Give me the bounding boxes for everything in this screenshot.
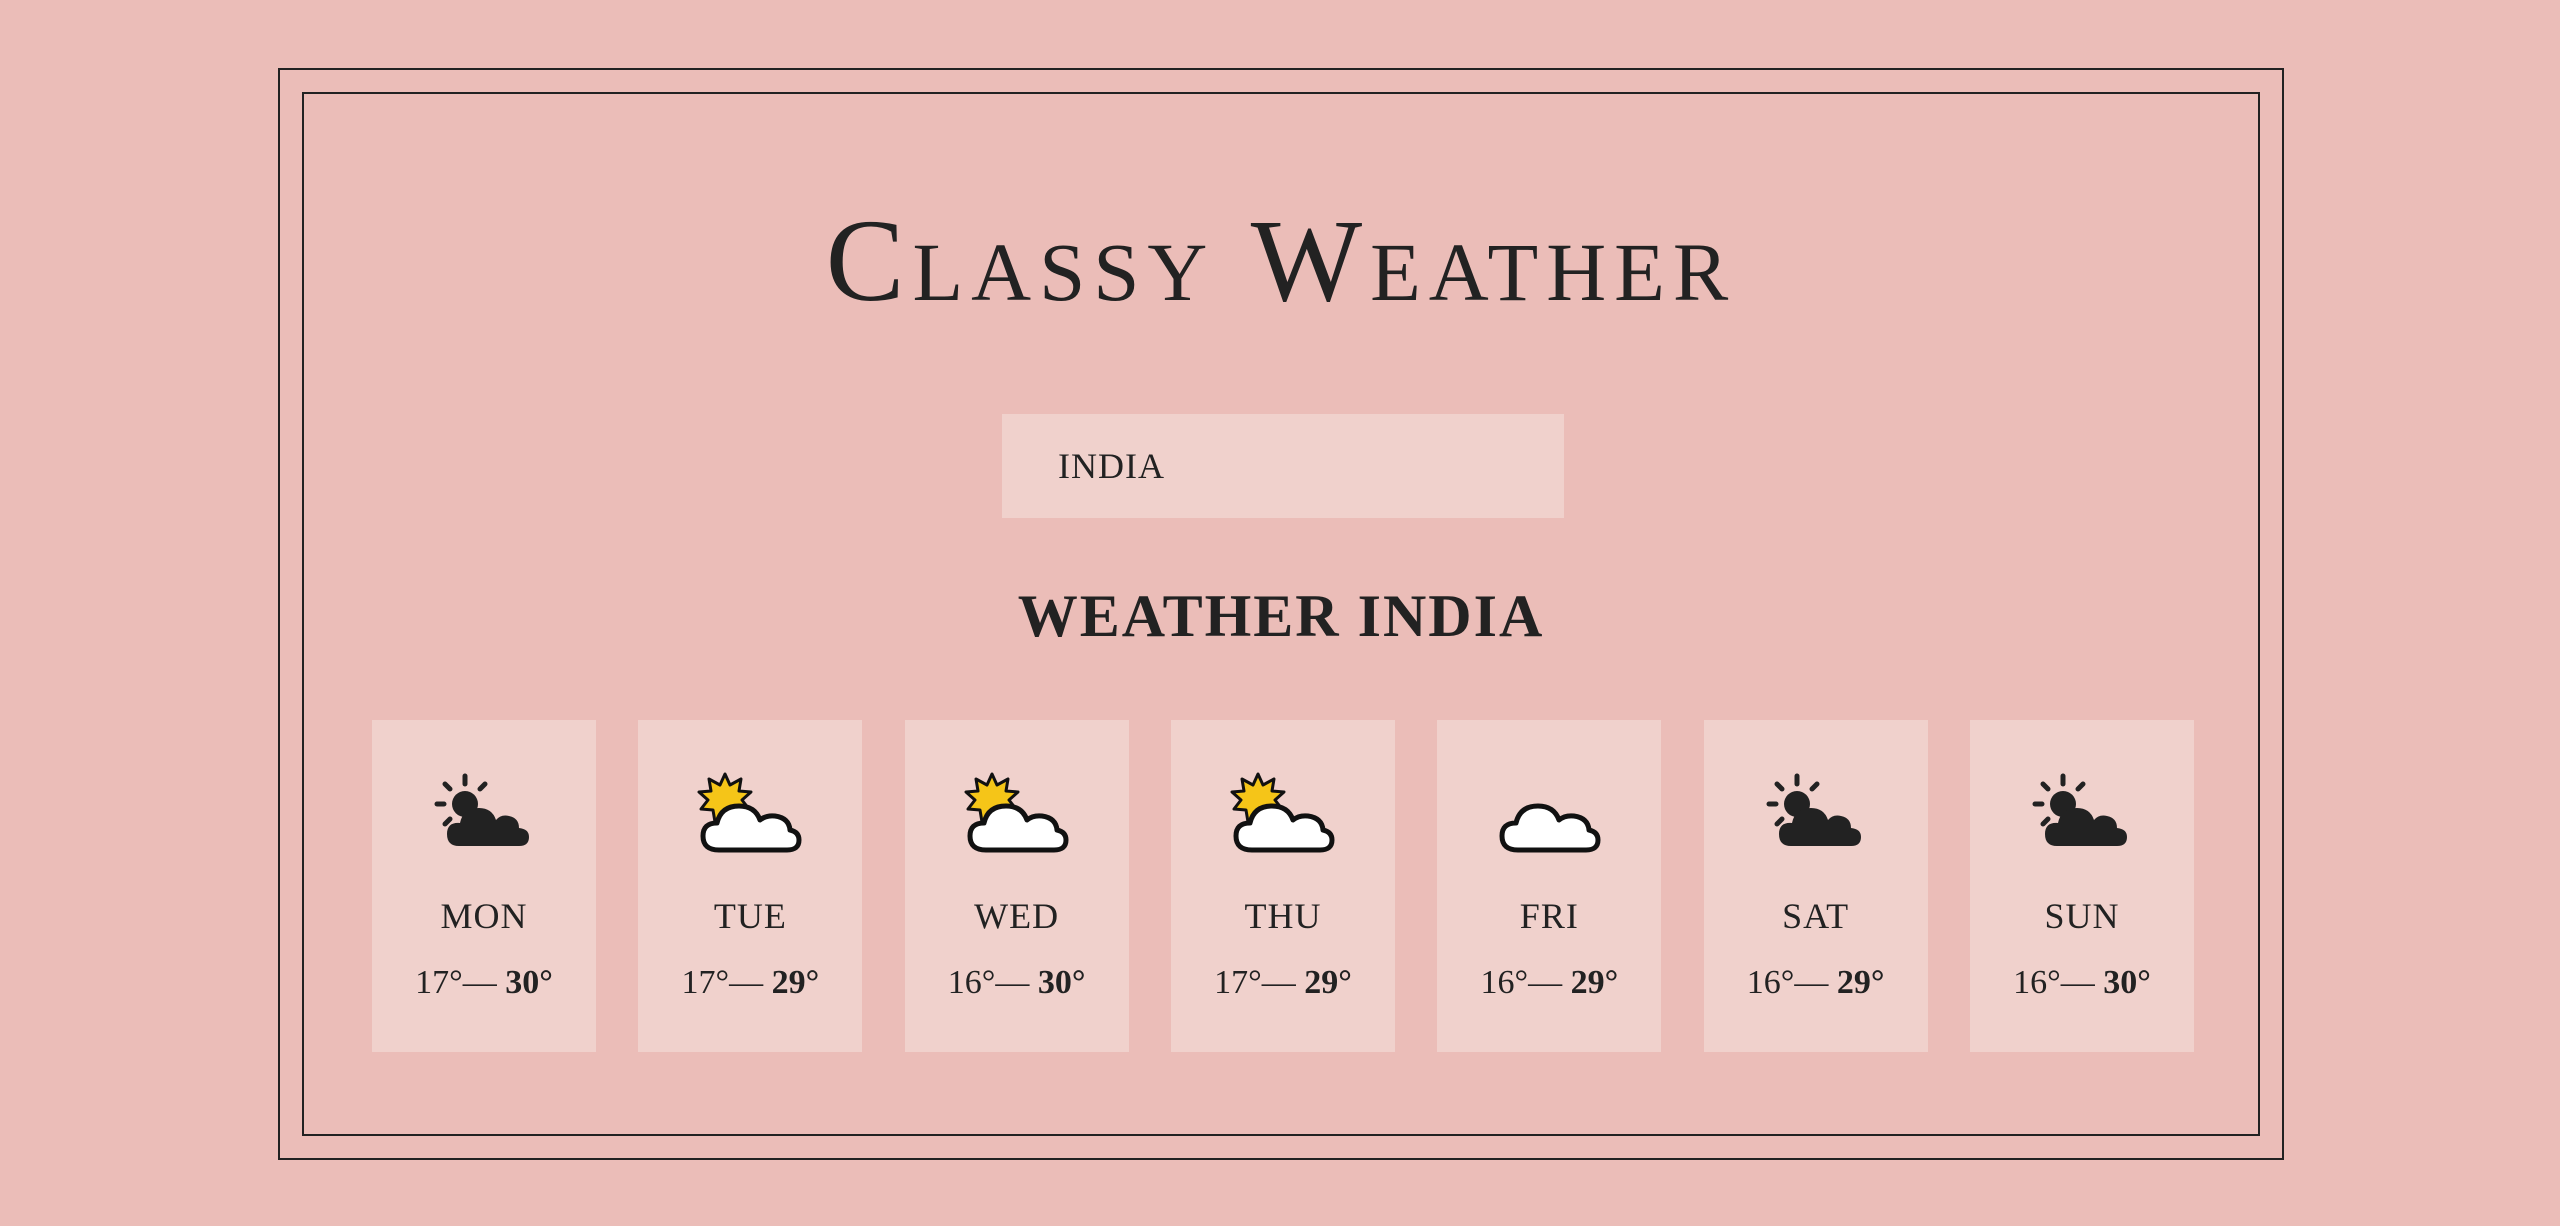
temp-max: 29°: [1836, 964, 1885, 1001]
temp-min: 16°: [1480, 964, 1529, 1001]
location-search-input[interactable]: [1002, 414, 1564, 518]
day-card-thu: THU 17°— 29°: [1170, 720, 1395, 1052]
day-name: WED: [974, 896, 1060, 936]
sun-behind-cloud-icon: [1228, 768, 1338, 858]
day-name: THU: [1244, 896, 1322, 936]
day-name: SUN: [2044, 896, 2120, 936]
temp-max: 29°: [1304, 964, 1352, 1001]
temp-min: 17°: [1214, 964, 1262, 1001]
day-temperature: 17°— 30°: [372, 966, 596, 1000]
temp-min: 16°: [1746, 964, 1795, 1001]
temp-max: 30°: [505, 964, 553, 1001]
day-name: MON: [440, 896, 528, 936]
temp-min: 16°: [2013, 964, 2061, 1001]
temp-separator: —: [2060, 964, 2104, 1001]
temp-separator: —: [462, 964, 506, 1001]
day-card-wed: WED 16°— 30°: [904, 720, 1129, 1052]
sun-behind-dark-cloud-icon: [429, 768, 539, 858]
temp-min: 17°: [681, 964, 730, 1001]
day-card-tue: TUE 17°— 29°: [638, 720, 863, 1052]
cloud-icon: [1494, 768, 1604, 858]
day-name: SAT: [1782, 896, 1850, 936]
temp-separator: —: [1528, 964, 1571, 1001]
temp-separator: —: [995, 964, 1038, 1001]
temp-separator: —: [1261, 964, 1305, 1001]
day-name: FRI: [1519, 896, 1579, 936]
outer-frame: Classy Weather WEATHER INDIA: [278, 68, 2284, 1160]
app-container: Classy Weather WEATHER INDIA: [302, 92, 2260, 1136]
sun-behind-cloud-icon: [695, 768, 805, 858]
day-temperature: 16°— 29°: [1437, 966, 1661, 1000]
temp-max: 29°: [1570, 964, 1619, 1001]
day-name: TUE: [713, 896, 787, 936]
temp-max: 30°: [1037, 964, 1086, 1001]
sun-behind-cloud-icon: [962, 768, 1072, 858]
day-card-sat: SAT 16°— 29°: [1703, 720, 1928, 1052]
temp-min: 17°: [415, 964, 463, 1001]
forecast-list: MON 17°— 30° TUE 17°— 29° WED 16°— 30° T…: [372, 720, 2194, 1052]
temp-separator: —: [729, 964, 772, 1001]
day-card-fri: FRI 16°— 29°: [1437, 720, 1662, 1052]
day-temperature: 17°— 29°: [638, 966, 862, 1000]
day-temperature: 16°— 30°: [905, 966, 1129, 1000]
day-card-mon: MON 17°— 30°: [372, 720, 596, 1052]
day-temperature: 16°— 30°: [1970, 966, 2194, 1000]
sun-behind-dark-cloud-icon: [2027, 768, 2137, 858]
weather-heading: WEATHER INDIA: [1017, 583, 1545, 649]
temp-separator: —: [1794, 964, 1837, 1001]
day-temperature: 16°— 29°: [1704, 966, 1928, 1000]
sun-behind-dark-cloud-icon: [1761, 768, 1871, 858]
day-temperature: 17°— 29°: [1171, 966, 1395, 1000]
temp-max: 29°: [771, 964, 820, 1001]
temp-max: 30°: [2103, 964, 2151, 1001]
temp-min: 16°: [947, 964, 996, 1001]
day-card-sun: SUN 16°— 30°: [1969, 720, 2194, 1052]
app-title: Classy Weather: [825, 195, 1737, 326]
